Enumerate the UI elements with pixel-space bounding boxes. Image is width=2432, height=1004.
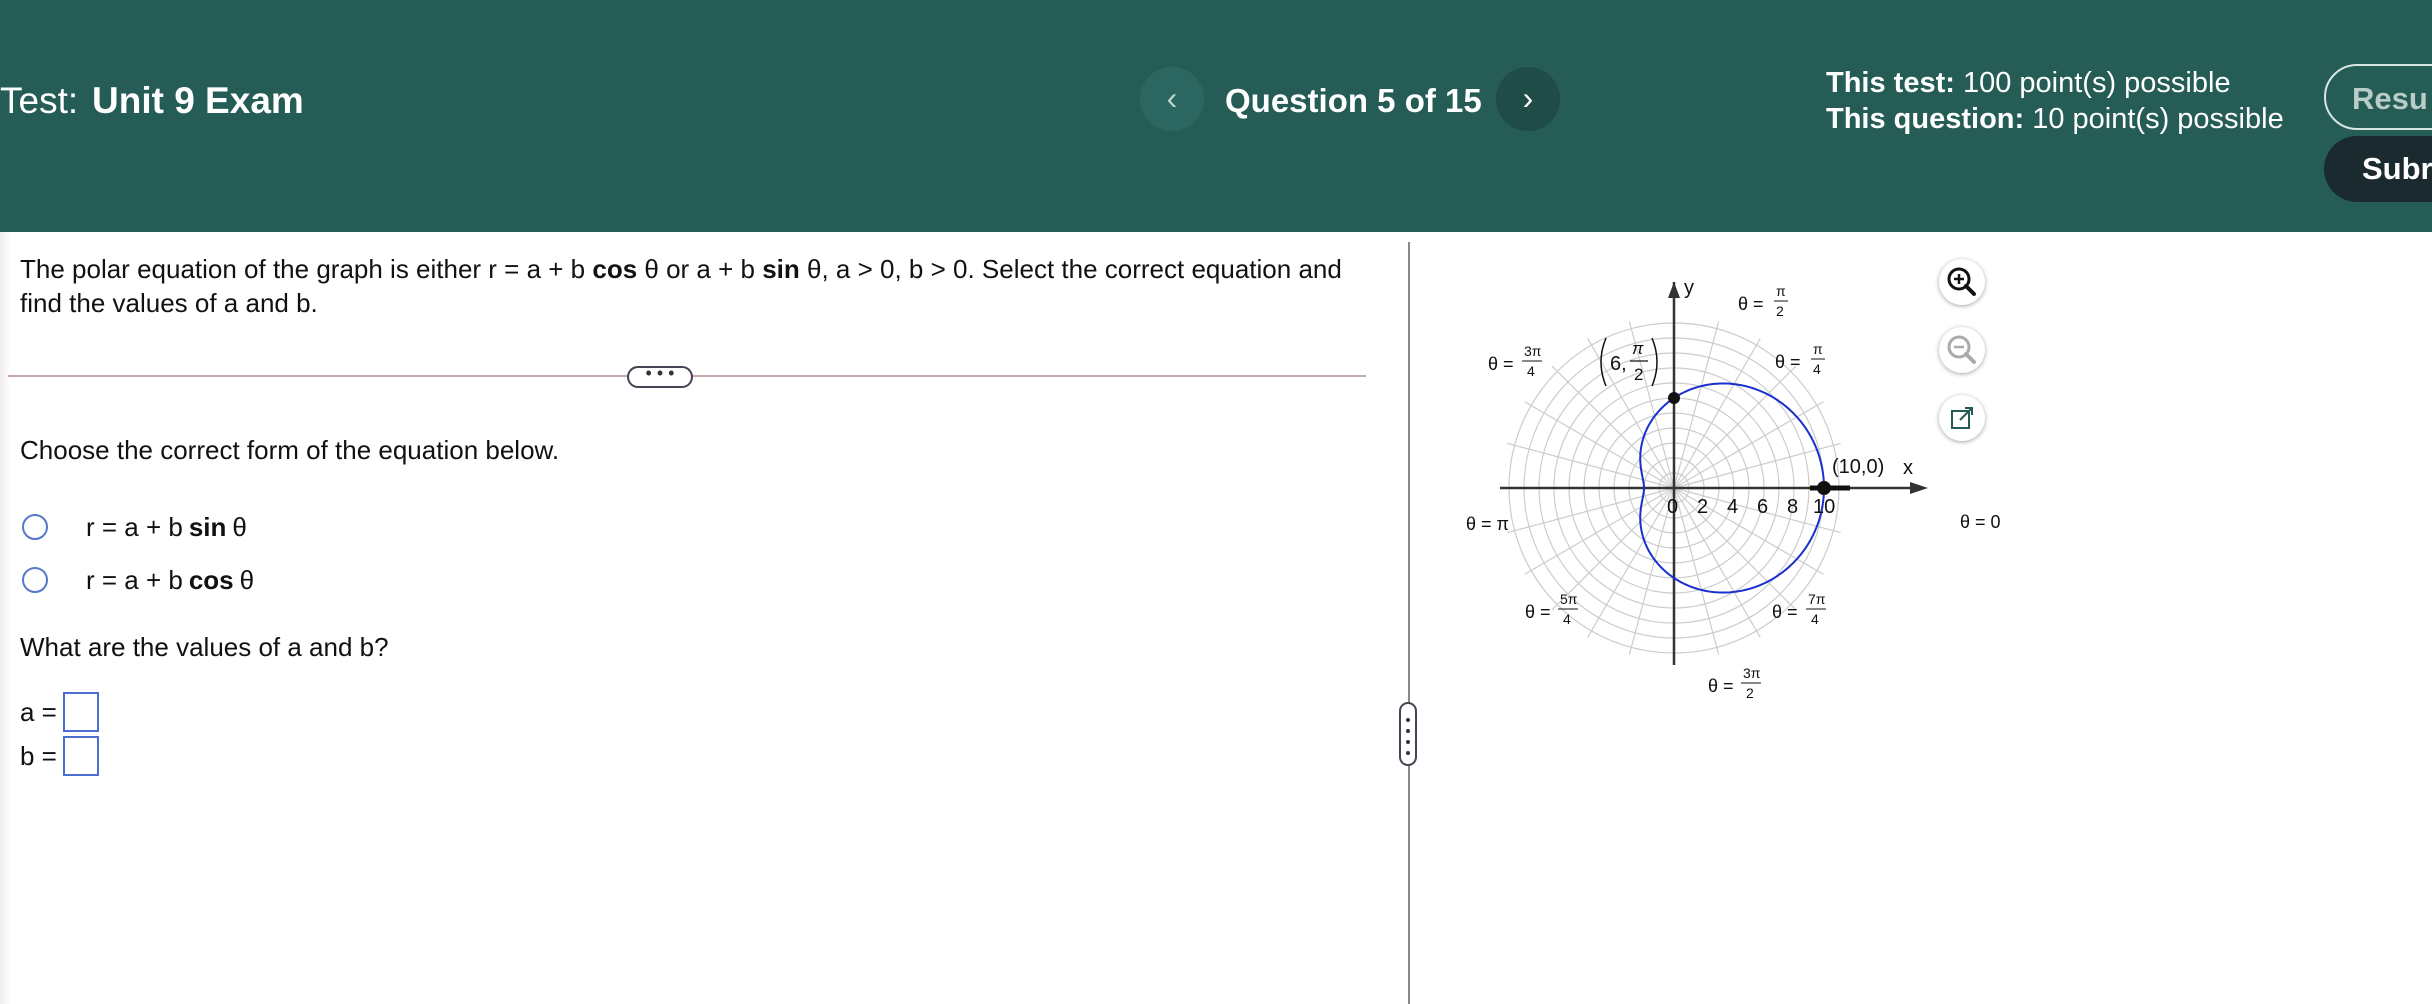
svg-text:3π: 3π xyxy=(1524,343,1542,359)
tick-label-6: 6 xyxy=(1757,496,1768,518)
top-bar: Test: Unit 9 Exam ‹ Question 5 of 15 › T… xyxy=(0,0,2432,232)
answer-row-b: b = xyxy=(20,736,99,776)
pane-splitter xyxy=(1408,242,1410,1004)
prompt-text-1: The polar equation of the graph is eithe… xyxy=(20,254,593,284)
radio-button[interactable] xyxy=(22,514,48,540)
svg-text:4: 4 xyxy=(1813,361,1821,377)
svg-text:4: 4 xyxy=(1563,611,1571,627)
question-points-label: This question: xyxy=(1826,103,2025,135)
test-title: Unit 9 Exam xyxy=(92,80,304,121)
theta-pi-label: θ = π xyxy=(1466,514,1509,534)
test-points: This test: 100 point(s) possible xyxy=(1826,67,2231,100)
x-axis-label: x xyxy=(1903,457,1913,479)
svg-text:4: 4 xyxy=(1527,363,1535,379)
test-points-value: 100 point(s) possible xyxy=(1962,67,2231,99)
svg-text:5π: 5π xyxy=(1560,591,1578,607)
prompt-sin: sin xyxy=(762,254,800,284)
choice-cos-fn: cos xyxy=(188,564,234,595)
question-counter: Question 5 of 15 xyxy=(1225,82,1482,119)
theta-3pi-4-label: θ = 3π 4 xyxy=(1488,343,1542,379)
choice-sin-theta: θ xyxy=(232,511,247,542)
tick-label-10: 10 xyxy=(1813,496,1835,518)
choice-cos-option[interactable]: r = a + b cos θ xyxy=(22,562,254,598)
svg-text:2: 2 xyxy=(1746,685,1754,701)
values-instruction: What are the values of a and b? xyxy=(20,632,389,662)
choice-cos-prefix: r = a + b xyxy=(86,564,183,595)
question-points-value: 10 point(s) possible xyxy=(2032,103,2284,135)
tick-label-4: 4 xyxy=(1727,496,1738,518)
choice-sin-fn: sin xyxy=(188,511,227,542)
y-axis-label: y xyxy=(1684,277,1694,299)
point-top-marker xyxy=(1668,392,1680,404)
question-points: This question: 10 point(s) possible xyxy=(1826,103,2284,136)
choose-instruction: Choose the correct form of the equation … xyxy=(20,435,560,465)
svg-text:2: 2 xyxy=(1776,303,1784,319)
svg-text:θ =: θ = xyxy=(1775,352,1801,372)
next-question-button[interactable]: › xyxy=(1496,67,1560,131)
prompt-text-2: θ or a + b xyxy=(637,254,763,284)
tick-label-0: 0 xyxy=(1667,496,1678,518)
chevron-right-icon: › xyxy=(1522,80,1534,116)
point-top-2: 2 xyxy=(1634,365,1643,384)
question-prompt: The polar equation of the graph is eithe… xyxy=(20,252,1360,320)
point-top-pi: π xyxy=(1632,339,1644,358)
test-prefix: Test: xyxy=(0,80,79,121)
svg-text:θ =: θ = xyxy=(1525,602,1551,622)
test-points-label: This test: xyxy=(1826,67,1955,99)
tick-label-8: 8 xyxy=(1787,496,1798,518)
theta-3pi-2-label: θ = 3π 2 xyxy=(1708,665,1761,701)
theta-pi-2-label: θ = π 2 xyxy=(1738,283,1788,319)
svg-text:π: π xyxy=(1813,341,1823,357)
point-right-marker xyxy=(1817,481,1831,495)
answer-b-input[interactable] xyxy=(62,736,99,776)
answer-a-input[interactable] xyxy=(62,692,99,732)
chevron-left-icon: ‹ xyxy=(1166,80,1178,116)
svg-text:4: 4 xyxy=(1811,611,1819,627)
theta-0-label: θ = 0 xyxy=(1960,512,2001,532)
prompt-cos: cos xyxy=(592,254,638,284)
svg-text:θ =: θ = xyxy=(1738,294,1764,314)
answer-row-a: a = xyxy=(20,692,99,732)
radio-button[interactable] xyxy=(22,567,48,593)
pane-shadow xyxy=(0,232,10,1004)
svg-text:π: π xyxy=(1776,283,1786,299)
results-button[interactable]: Resu xyxy=(2324,64,2432,130)
theta-pi-4-label: θ = π 4 xyxy=(1775,341,1825,377)
previous-question-button[interactable]: ‹ xyxy=(1140,67,1204,131)
svg-text:θ =: θ = xyxy=(1772,602,1798,622)
tick-label-2: 2 xyxy=(1697,496,1708,518)
svg-text:3π: 3π xyxy=(1743,665,1761,681)
splitter-drag-handle[interactable] xyxy=(1399,702,1417,766)
svg-text:7π: 7π xyxy=(1808,591,1826,607)
choice-sin-prefix: r = a + b xyxy=(86,511,183,542)
submit-button[interactable]: Subr xyxy=(2324,136,2432,202)
answer-b-label: b = xyxy=(20,740,57,771)
point-top-r: 6, xyxy=(1610,353,1627,375)
choice-sin-option[interactable]: r = a + b sin θ xyxy=(22,509,247,545)
point-right-label: (10,0) xyxy=(1832,456,1884,478)
theta-5pi-4-label: θ = 5π 4 xyxy=(1525,591,1578,627)
choice-cos-theta: θ xyxy=(239,564,255,595)
answer-a-label: a = xyxy=(20,696,57,727)
polar-graph: x y 0 2 4 6 8 10 6, π 2 (10,0) θ = 0 θ =… xyxy=(1466,277,2001,701)
svg-text:θ =: θ = xyxy=(1708,676,1734,696)
expand-toggle-button[interactable]: • • • xyxy=(627,364,693,388)
svg-text:θ =: θ = xyxy=(1488,354,1514,374)
